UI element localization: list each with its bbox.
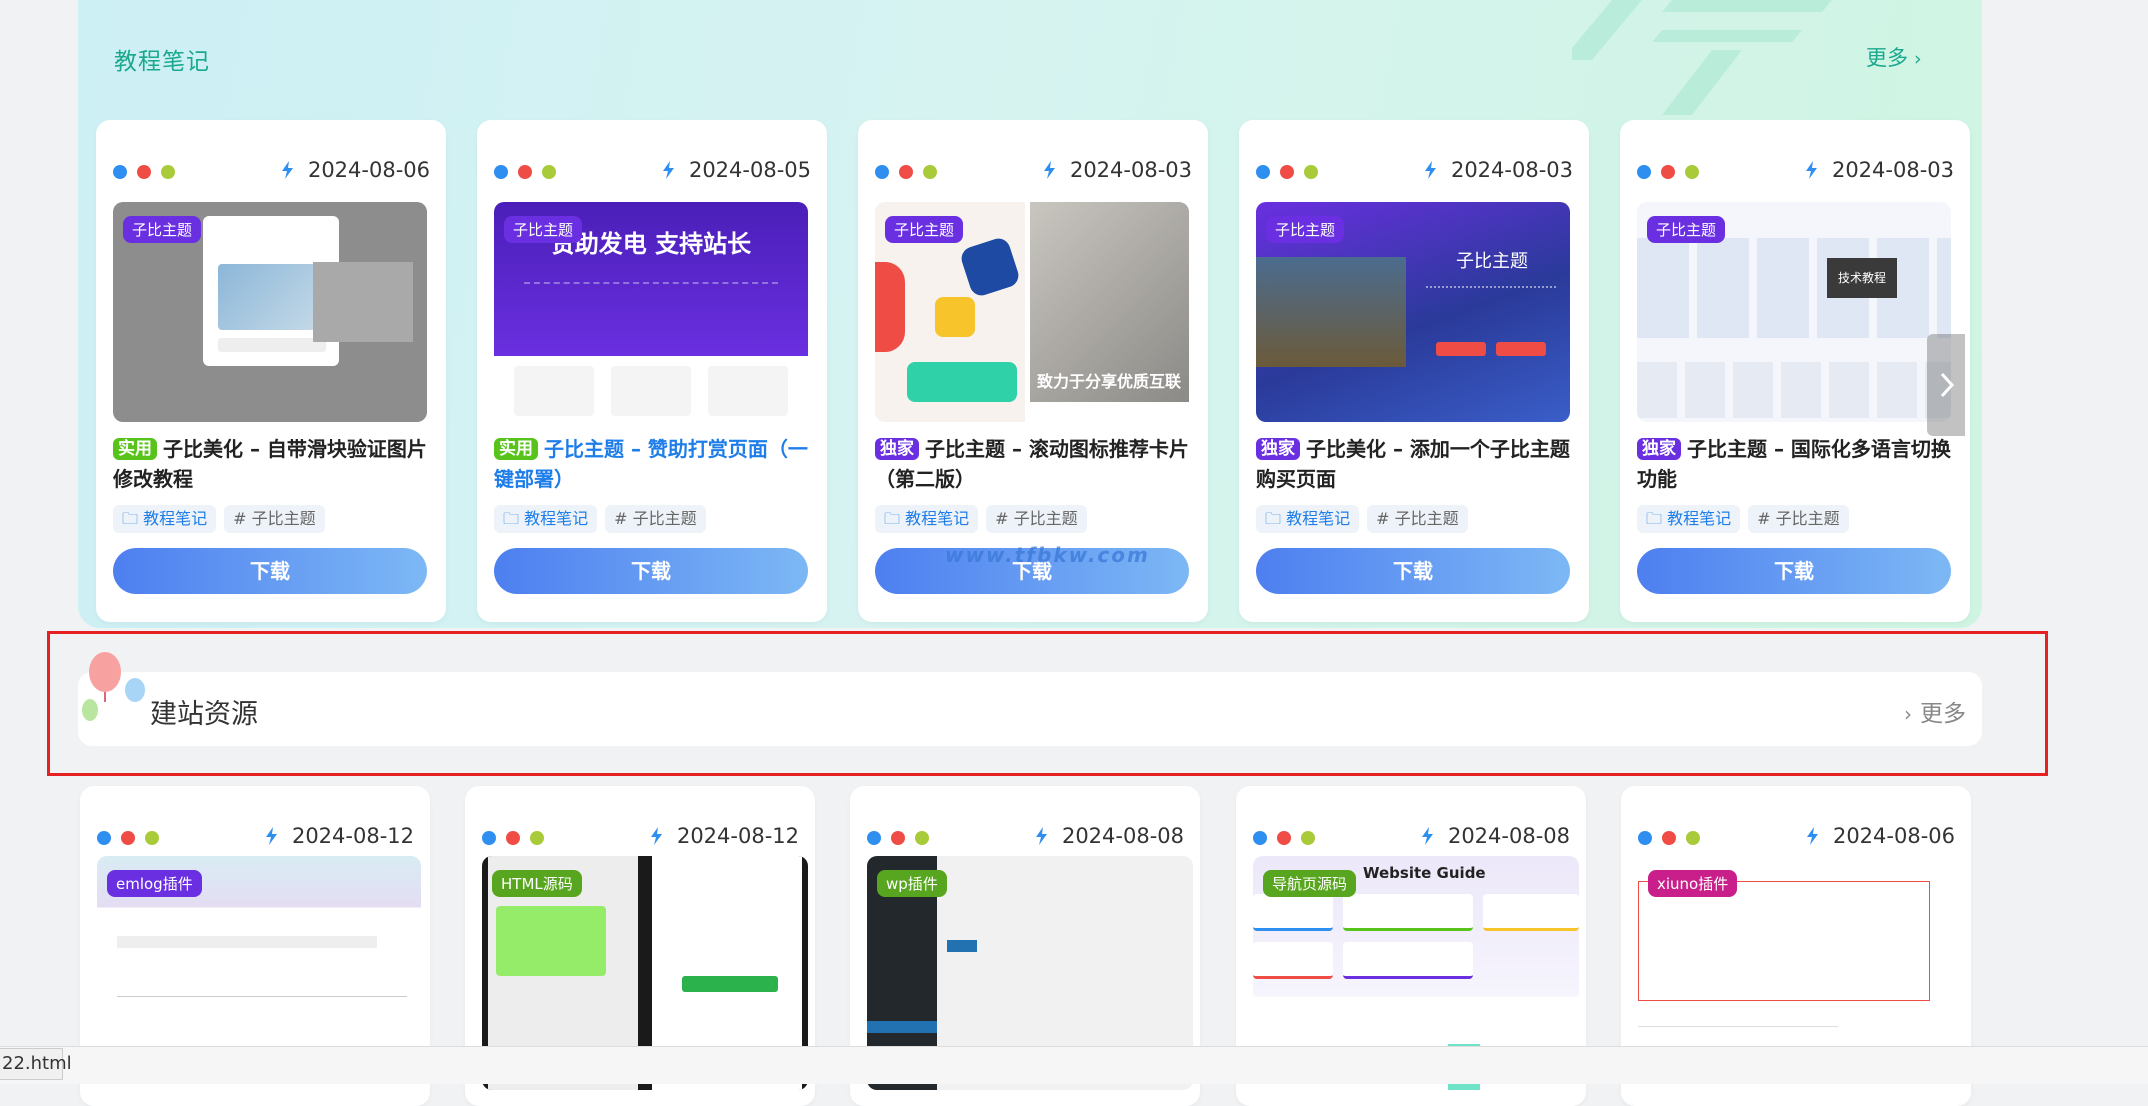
- post-tags: 🗀 教程笔记 # 子比主题: [1256, 505, 1476, 535]
- post-thumbnail[interactable]: 赞助发电 支持站长 子比主题: [494, 202, 808, 422]
- category-tag: 子比主题: [504, 216, 583, 243]
- category-tag: 子比主题: [123, 216, 202, 243]
- download-button[interactable]: 下载: [1256, 548, 1570, 594]
- post-card[interactable]: 2024-08-03 子比主题 子比主题 独家 子比美化 – 添加一个子比主题购买…: [1239, 120, 1589, 622]
- thumb-headline: Website Guide: [1363, 864, 1486, 882]
- post-tags: 🗀 教程笔记 # 子比主题: [113, 505, 333, 535]
- post-title[interactable]: 独家 子比主题 – 滚动图标推荐卡片（第二版）: [875, 434, 1191, 494]
- bolt-icon: [1421, 827, 1433, 845]
- category-chip[interactable]: 🗀 教程笔记: [1256, 505, 1360, 533]
- status-url: 22.html: [0, 1048, 72, 1080]
- folder-icon: 🗀: [1646, 509, 1663, 528]
- bolt-icon: [265, 827, 277, 845]
- post-date: 2024-08-12: [262, 824, 414, 848]
- folder-icon: 🗀: [884, 509, 901, 528]
- post-date: 2024-08-06: [1803, 824, 1955, 848]
- category-tag: xiuno插件: [1648, 870, 1738, 897]
- badge: 独家: [1637, 438, 1681, 460]
- download-button[interactable]: 下载: [113, 548, 427, 594]
- post-date: 2024-08-06: [278, 158, 430, 182]
- browser-status-bar: [0, 1046, 2148, 1084]
- category-tag: 导航页源码: [1263, 870, 1357, 897]
- category-chip[interactable]: 🗀 教程笔记: [113, 505, 217, 533]
- highlight-frame: [47, 631, 2048, 776]
- chevron-right-icon: [1940, 372, 1955, 398]
- post-title[interactable]: 独家 子比主题 – 国际化多语言切换功能: [1637, 434, 1953, 494]
- thumb-headline: 子比主题: [1456, 251, 1528, 272]
- bolt-icon: [1805, 161, 1817, 179]
- section-title: 教程笔记: [114, 49, 210, 75]
- folder-icon: 🗀: [503, 509, 520, 528]
- bolt-icon: [1043, 161, 1055, 179]
- post-tags: 🗀 教程笔记 # 子比主题: [875, 505, 1095, 535]
- category-tag: emlog插件: [107, 870, 202, 897]
- category-chip[interactable]: 🗀 教程笔记: [1637, 505, 1741, 533]
- post-title[interactable]: 实用 子比主题 – 赞助打赏页面（一键部署）: [494, 434, 810, 494]
- window-dots: [494, 164, 566, 179]
- bolt-icon: [650, 827, 662, 845]
- folder-icon: 🗀: [1265, 509, 1282, 528]
- window-dots: [867, 830, 939, 845]
- bolt-icon: [1806, 827, 1818, 845]
- post-thumbnail[interactable]: 子比主题: [113, 202, 427, 422]
- post-date: 2024-08-03: [1421, 158, 1573, 182]
- bolt-icon: [1424, 161, 1436, 179]
- window-dots: [97, 830, 169, 845]
- post-date: 2024-08-08: [1418, 824, 1570, 848]
- tag-chip[interactable]: # 子比主题: [986, 505, 1087, 533]
- post-card[interactable]: 2024-08-03 技术教程 子比主题 独家 子比主题 – 国际化多语言切换功能…: [1620, 120, 1970, 622]
- category-tag: 子比主题: [1266, 216, 1345, 243]
- post-tags: 🗀 教程笔记 # 子比主题: [494, 505, 714, 535]
- category-tag: 子比主题: [1647, 216, 1726, 243]
- post-date: 2024-08-03: [1040, 158, 1192, 182]
- post-card[interactable]: 2024-08-06 子比主题 实用 子比美化 – 自带滑块验证图片修改教程 🗀 …: [96, 120, 446, 622]
- tag-chip[interactable]: # 子比主题: [224, 505, 325, 533]
- badge: 实用: [113, 438, 157, 460]
- category-tag: HTML源码: [492, 870, 582, 897]
- tag-chip[interactable]: # 子比主题: [1748, 505, 1849, 533]
- post-title[interactable]: 独家 子比美化 – 添加一个子比主题购买页面: [1256, 434, 1572, 494]
- post-title[interactable]: 实用 子比美化 – 自带滑块验证图片修改教程: [113, 434, 429, 494]
- window-dots: [482, 830, 554, 845]
- badge: 独家: [875, 438, 919, 460]
- thumb-caption: 致力于分享优质互联: [1037, 372, 1182, 391]
- watermark: www.tfbkw.com: [945, 543, 1150, 567]
- badge: 独家: [1256, 438, 1300, 460]
- post-date: 2024-08-05: [659, 158, 811, 182]
- window-dots: [875, 164, 947, 179]
- more-label: 更多: [1866, 46, 1908, 70]
- post-thumbnail[interactable]: 子比主题 子比主题: [1256, 202, 1570, 422]
- post-tags: 🗀 教程笔记 # 子比主题: [1637, 505, 1857, 535]
- category-chip[interactable]: 🗀 教程笔记: [875, 505, 979, 533]
- category-tag: 子比主题: [885, 216, 964, 243]
- tag-chip[interactable]: # 子比主题: [605, 505, 706, 533]
- window-dots: [1637, 164, 1709, 179]
- carousel-next-button[interactable]: [1927, 334, 1965, 436]
- thumb-caption: 技术教程: [1827, 258, 1897, 298]
- more-link[interactable]: 更多 ›: [1866, 42, 1922, 72]
- window-dots: [1256, 164, 1328, 179]
- folder-icon: 🗀: [122, 509, 139, 528]
- window-dots: [1638, 830, 1710, 845]
- post-card[interactable]: 2024-08-05 赞助发电 支持站长 子比主题 实用 子比主题 – 赞助打赏页…: [477, 120, 827, 622]
- window-dots: [113, 164, 185, 179]
- tag-chip[interactable]: # 子比主题: [1367, 505, 1468, 533]
- post-date: 2024-08-08: [1032, 824, 1184, 848]
- bolt-icon: [1035, 827, 1047, 845]
- category-tag: wp插件: [877, 870, 947, 897]
- window-dots: [1253, 830, 1325, 845]
- post-date: 2024-08-12: [647, 824, 799, 848]
- bolt-icon: [281, 161, 293, 179]
- category-chip[interactable]: 🗀 教程笔记: [494, 505, 598, 533]
- bolt-icon: [662, 161, 674, 179]
- badge: 实用: [494, 438, 538, 460]
- download-button[interactable]: 下载: [1637, 548, 1951, 594]
- post-thumbnail[interactable]: 技术教程 子比主题: [1637, 202, 1951, 422]
- post-thumbnail[interactable]: 致力于分享优质互联 子比主题: [875, 202, 1189, 422]
- chevron-right-icon: ›: [1914, 48, 1922, 70]
- decorative-stripes: [1572, 0, 1832, 115]
- post-date: 2024-08-03: [1802, 158, 1954, 182]
- download-button[interactable]: 下载: [494, 548, 808, 594]
